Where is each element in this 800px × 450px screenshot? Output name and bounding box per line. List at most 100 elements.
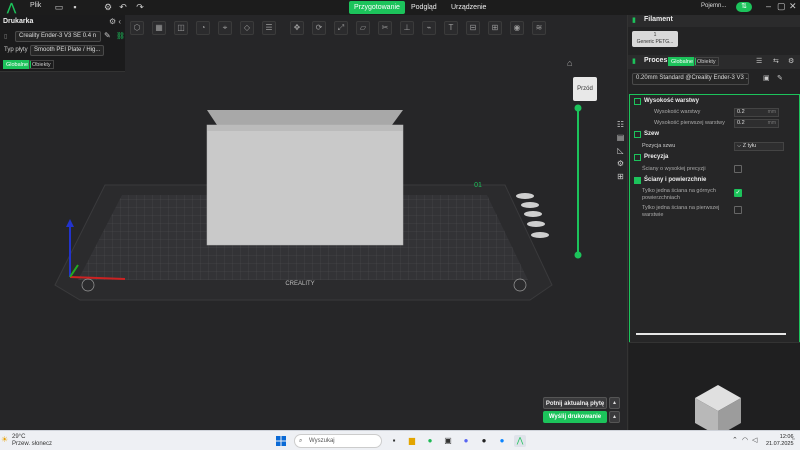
arrange-icon[interactable]: ◔	[196, 21, 210, 35]
search-icon: ⌕	[299, 438, 303, 444]
brim-ears-icon[interactable]: ◉	[510, 21, 524, 35]
taskbar-clock[interactable]: 12:06 21.07.2025	[766, 434, 794, 448]
ruler-icon[interactable]: ◺	[615, 145, 626, 156]
settings-scrollbar[interactable]	[636, 333, 786, 335]
close-icon[interactable]: ✕	[789, 1, 797, 12]
auto-orient-icon[interactable]: ⌖	[218, 21, 232, 35]
add-plate-icon[interactable]: ▦	[152, 21, 166, 35]
wifi-icon[interactable]: ◠	[742, 436, 748, 444]
save-icon[interactable]: ▪	[70, 2, 80, 12]
print-button[interactable]: Wyślij drukowanie	[543, 411, 607, 423]
task-view-icon[interactable]: ▪	[388, 435, 400, 447]
app-icon[interactable]: ▣	[442, 435, 454, 447]
save-preset-icon[interactable]: ▣	[763, 74, 770, 82]
view-cube[interactable]: Przód	[573, 77, 597, 101]
layers-icon[interactable]: ☰	[262, 21, 276, 35]
windows-start-icon[interactable]	[276, 436, 286, 446]
maximize-icon[interactable]: ▢	[777, 1, 786, 12]
printer-select[interactable]: Creality Ender-3 V3 SE 0.4 n	[15, 31, 101, 42]
high-precision-walls-checkbox[interactable]	[734, 165, 742, 173]
variable-height-icon[interactable]: ≋	[532, 21, 546, 35]
user-account[interactable]: Pojemn...	[701, 3, 726, 9]
tab-preview[interactable]: Podgląd	[406, 1, 442, 14]
printer-settings-icon[interactable]: ⚙ ‹	[109, 17, 121, 26]
app-icon-dark[interactable]: ●	[478, 435, 490, 447]
preview-cube-icon	[695, 385, 741, 436]
first-layer-one-wall-checkbox[interactable]	[734, 206, 742, 214]
seam-position-select[interactable]: ⌵ Z tyłu	[734, 142, 784, 151]
assembly-icon[interactable]: ⊞	[488, 21, 502, 35]
grid-view-icon[interactable]: ⊞	[615, 171, 626, 182]
build-plate-scene[interactable]: CREALITY 01	[0, 15, 627, 430]
scale-icon[interactable]: ⤢	[334, 21, 348, 35]
process-settings-icon[interactable]: ⚙	[788, 57, 794, 65]
plate-type-select[interactable]: Smooth PEI Plate / Hig...	[30, 45, 104, 56]
open-folder-icon[interactable]: ▭	[54, 2, 64, 12]
cloud-sync-icon[interactable]: ⇅	[736, 2, 752, 12]
text-emboss-icon[interactable]: T	[444, 21, 458, 35]
cut-icon[interactable]: ✂	[378, 21, 392, 35]
object-list-icon[interactable]: ☷	[615, 119, 626, 130]
home-view-icon[interactable]: ⌂	[567, 58, 572, 68]
measure-icon[interactable]: ⊟	[466, 21, 480, 35]
layer-height-section-icon	[634, 98, 641, 105]
process-compare-icon[interactable]: ⇆	[773, 57, 779, 65]
layer-height-input[interactable]: 0.2 mm	[734, 108, 779, 117]
split-icon[interactable]: ◇	[240, 21, 254, 35]
seam-position-label: Pozycja szwu	[642, 143, 676, 149]
walls-section-title: Ściany i powierzchnie	[644, 177, 707, 183]
process-preset-select[interactable]: 0.20mm Standard @Creality Ender-3 V3 ...	[632, 73, 749, 85]
filament-header: ▮ Filament	[628, 15, 800, 27]
printer-link-icon[interactable]: ⛓	[116, 32, 125, 40]
process-list-icon[interactable]: ☰	[756, 57, 762, 65]
app-logo-icon[interactable]: ⋀	[7, 1, 16, 14]
discord-icon[interactable]: ●	[460, 435, 472, 447]
settings-gear-icon[interactable]: ⚙	[103, 2, 113, 12]
layer-slider-bottom-handle	[574, 251, 582, 259]
orca-slicer-task-icon[interactable]: ⋀	[514, 435, 526, 447]
process-header: ▮ Proces Globalne Obiekty ☰ ⇆ ⚙	[628, 55, 800, 69]
minimize-icon[interactable]: –	[766, 1, 771, 11]
undo-icon[interactable]: ↶	[118, 2, 128, 12]
top-surface-one-wall-checkbox[interactable]: ✓	[734, 189, 742, 197]
filament-slot[interactable]: 1 Generic PETG...	[632, 31, 678, 47]
tray-chevron-icon[interactable]: ⌃	[732, 436, 738, 444]
gear-settings-icon[interactable]: ⚙	[615, 158, 626, 169]
print-options-icon[interactable]: ▴	[609, 411, 620, 423]
redo-icon[interactable]: ↷	[135, 2, 145, 12]
rotate-icon[interactable]: ⟳	[312, 21, 326, 35]
weather-sun-icon[interactable]: ☀	[1, 435, 8, 444]
move-icon[interactable]: ✥	[290, 21, 304, 35]
lay-on-face-icon[interactable]: ▱	[356, 21, 370, 35]
process-tab-objects[interactable]: Obiekty	[694, 57, 719, 66]
process-tab-global[interactable]: Globalne	[668, 57, 697, 66]
chrome-icon[interactable]: ●	[496, 435, 508, 447]
3d-viewport[interactable]: CREALITY 01 ⬡ ▦ ◫ ◔ ⌖ ◇ ☰ ✥ ⟳ ⤢ ▱ ✂ ⊥ ⌁ …	[0, 15, 627, 430]
supports-icon[interactable]: ⊥	[400, 21, 414, 35]
printer-tab-global[interactable]: Globalne	[3, 60, 32, 69]
seam-icon[interactable]: ⌁	[422, 21, 436, 35]
plate-number-label: 01	[474, 182, 482, 189]
weather-widget[interactable]: 29°C Przew. słonecz	[12, 434, 52, 448]
plate-settings-icon[interactable]: ▤	[615, 132, 626, 143]
tab-prepare[interactable]: Przygotowanie	[349, 1, 405, 14]
first-layer-height-input[interactable]: 0.2 mm	[734, 119, 779, 128]
weather-temp: 29°C	[12, 434, 26, 440]
spotify-icon[interactable]: ●	[424, 435, 436, 447]
slice-plate-button[interactable]: Potnij aktualną płytę	[543, 397, 607, 409]
add-object-icon[interactable]: ⬡	[130, 21, 144, 35]
file-menu[interactable]: Plik	[30, 2, 41, 9]
edit-preset-icon[interactable]: ✎	[777, 74, 783, 82]
orient-icon[interactable]: ◫	[174, 21, 188, 35]
edit-printer-icon[interactable]: ✎	[104, 31, 111, 40]
slice-options-icon[interactable]: ▴	[609, 397, 620, 409]
volume-icon[interactable]: ◁	[752, 436, 757, 444]
printer-tab-objects[interactable]: Obiekty	[29, 60, 54, 69]
right-sidebar: ▮ Filament 1 Generic PETG... ▮ Proces Gl…	[627, 15, 800, 436]
printer-panel: Drukarka ⚙ ‹ ▯ Creality Ender-3 V3 SE 0.…	[0, 15, 125, 72]
notification-icon[interactable]: ▫	[792, 436, 794, 443]
tab-device[interactable]: Urządzenie	[446, 1, 491, 14]
file-explorer-icon[interactable]: ▆	[406, 435, 418, 447]
taskbar-search[interactable]: ⌕ Wyszukaj	[294, 434, 382, 448]
clock-date: 21.07.2025	[766, 441, 794, 447]
